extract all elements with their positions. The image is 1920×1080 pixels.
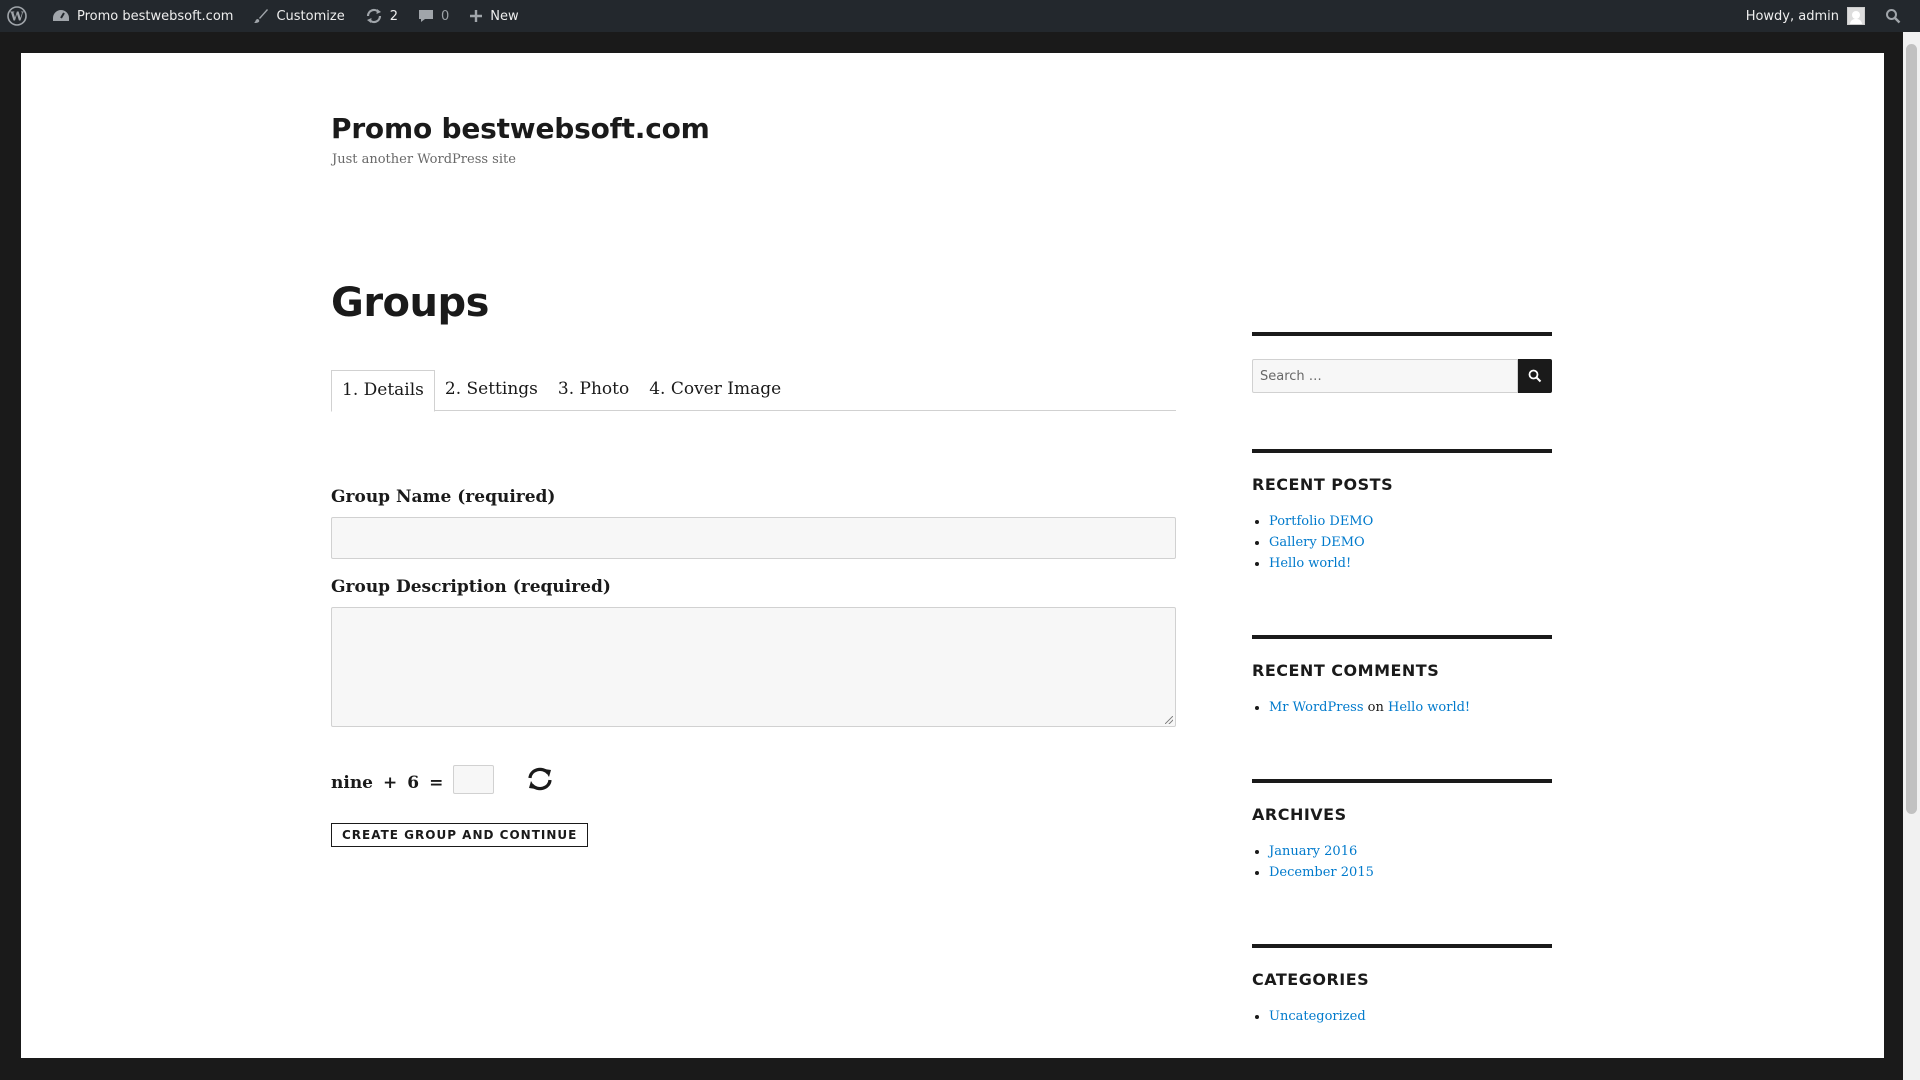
search-icon bbox=[1528, 369, 1542, 383]
group-description-label: Group Description (required) bbox=[331, 577, 611, 597]
create-group-button[interactable]: CREATE GROUP AND CONTINUE bbox=[331, 823, 589, 847]
updates-count: 2 bbox=[389, 8, 398, 24]
list-item: December 2015 bbox=[1269, 862, 1552, 883]
howdy-label: Howdy, admin bbox=[1745, 8, 1839, 24]
scrollbar[interactable] bbox=[1903, 32, 1920, 1080]
my-account-menu[interactable]: Howdy, admin bbox=[1736, 0, 1875, 32]
math-captcha: nine + 6 = bbox=[331, 765, 495, 794]
group-creation-tabs: 1. Details 2. Settings 3. Photo 4. Cover… bbox=[331, 370, 1176, 412]
site-name-label: Promo bestwebsoft.com bbox=[77, 8, 234, 24]
captcha-equals: = bbox=[429, 772, 444, 793]
list-item: January 2016 bbox=[1269, 841, 1552, 862]
list-item: Mr WordPress on Hello world! bbox=[1269, 697, 1552, 718]
categories-widget: CATEGORIES Uncategorized bbox=[1252, 944, 1552, 1027]
recent-comments-list: Mr WordPress on Hello world! bbox=[1252, 697, 1552, 718]
archives-list: January 2016 December 2015 bbox=[1252, 841, 1552, 883]
list-item: Portfolio DEMO bbox=[1269, 511, 1552, 532]
tab-details[interactable]: 1. Details bbox=[331, 370, 435, 412]
archive-link[interactable]: December 2015 bbox=[1269, 865, 1374, 880]
recent-posts-widget: RECENT POSTS Portfolio DEMO Gallery DEMO… bbox=[1252, 449, 1552, 574]
page-title: Groups bbox=[331, 280, 489, 326]
group-name-label: Group Name (required) bbox=[331, 487, 556, 507]
comments-count: 0 bbox=[440, 8, 450, 24]
svg-text:W: W bbox=[9, 10, 24, 24]
archive-link[interactable]: January 2016 bbox=[1269, 844, 1357, 859]
search-input[interactable]: Search … bbox=[1252, 359, 1518, 393]
tab-cover-image[interactable]: 4. Cover Image bbox=[639, 370, 791, 411]
captcha-operand-a: nine bbox=[331, 772, 373, 793]
refresh-captcha-icon[interactable] bbox=[526, 766, 554, 796]
brush-icon bbox=[254, 9, 269, 23]
scrollbar-thumb[interactable] bbox=[1906, 44, 1917, 814]
search-icon bbox=[1886, 9, 1901, 24]
new-label: New bbox=[490, 8, 519, 24]
site-title[interactable]: Promo bestwebsoft.com bbox=[331, 112, 710, 145]
comment-author-link[interactable]: Mr WordPress bbox=[1269, 700, 1364, 715]
captcha-operator: + bbox=[383, 772, 398, 793]
captcha-operand-b: 6 bbox=[407, 772, 420, 793]
comment-icon bbox=[418, 10, 433, 22]
recent-posts-list: Portfolio DEMO Gallery DEMO Hello world! bbox=[1252, 511, 1552, 574]
comments-menu[interactable]: 0 bbox=[408, 0, 459, 32]
list-item: Gallery DEMO bbox=[1269, 532, 1552, 553]
comment-on-text: on bbox=[1367, 700, 1384, 715]
comment-post-link[interactable]: Hello world! bbox=[1388, 700, 1470, 715]
updates-menu[interactable]: 2 bbox=[355, 0, 408, 32]
resize-handle-icon[interactable] bbox=[1165, 716, 1173, 724]
archives-widget: ARCHIVES January 2016 December 2015 bbox=[1252, 779, 1552, 883]
dashboard-icon bbox=[53, 10, 69, 21]
tab-settings[interactable]: 2. Settings bbox=[435, 370, 548, 411]
recent-post-link[interactable]: Gallery DEMO bbox=[1269, 535, 1365, 550]
recent-post-link[interactable]: Hello world! bbox=[1269, 556, 1351, 571]
captcha-answer-input[interactable] bbox=[453, 765, 495, 794]
admin-bar: W Promo bestwebsoft.com Customize 2 0 Ne… bbox=[0, 0, 1920, 32]
search-widget-rule bbox=[1252, 332, 1552, 336]
categories-title: CATEGORIES bbox=[1252, 970, 1370, 989]
updates-icon bbox=[366, 8, 381, 24]
recent-comments-widget: RECENT COMMENTS Mr WordPress on Hello wo… bbox=[1252, 635, 1552, 718]
search-widget: Search … bbox=[1252, 359, 1552, 393]
customize-menu[interactable]: Customize bbox=[243, 0, 354, 32]
list-item: Uncategorized bbox=[1269, 1006, 1552, 1027]
wordpress-logo-icon[interactable]: W bbox=[0, 0, 42, 32]
category-link[interactable]: Uncategorized bbox=[1269, 1009, 1366, 1024]
list-item: Hello world! bbox=[1269, 553, 1552, 574]
recent-comments-title: RECENT COMMENTS bbox=[1252, 661, 1440, 680]
group-name-field[interactable] bbox=[331, 517, 1176, 559]
site-description: Just another WordPress site bbox=[332, 152, 516, 167]
avatar bbox=[1847, 7, 1865, 25]
site-name-menu[interactable]: Promo bestwebsoft.com bbox=[42, 0, 243, 32]
plus-icon bbox=[470, 10, 483, 22]
customize-label: Customize bbox=[276, 8, 345, 24]
archives-title: ARCHIVES bbox=[1252, 805, 1347, 824]
group-description-field[interactable] bbox=[331, 607, 1176, 727]
recent-post-link[interactable]: Portfolio DEMO bbox=[1269, 514, 1373, 529]
recent-posts-title: RECENT POSTS bbox=[1252, 475, 1394, 494]
tab-photo[interactable]: 3. Photo bbox=[548, 370, 639, 411]
new-content-menu[interactable]: New bbox=[459, 0, 528, 32]
admin-search-button[interactable] bbox=[1875, 0, 1920, 32]
search-submit-button[interactable] bbox=[1518, 359, 1552, 393]
categories-list: Uncategorized bbox=[1252, 1006, 1552, 1027]
